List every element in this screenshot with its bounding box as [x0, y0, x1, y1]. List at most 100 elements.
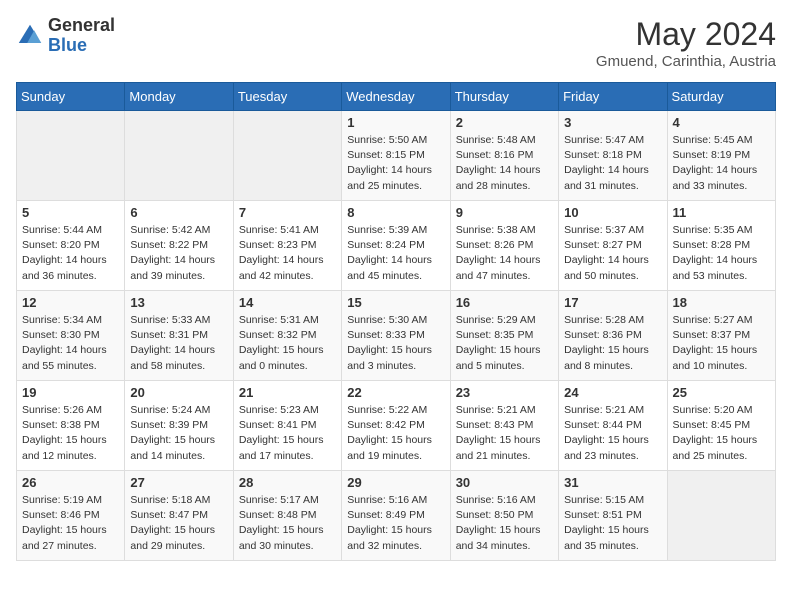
day-number: 16 [456, 295, 553, 310]
day-number: 8 [347, 205, 444, 220]
day-number: 26 [22, 475, 119, 490]
calendar-cell: 14Sunrise: 5:31 AMSunset: 8:32 PMDayligh… [233, 291, 341, 381]
month-year-title: May 2024 [596, 16, 776, 53]
day-info: Sunrise: 5:37 AMSunset: 8:27 PMDaylight:… [564, 223, 661, 284]
calendar-cell: 16Sunrise: 5:29 AMSunset: 8:35 PMDayligh… [450, 291, 558, 381]
day-info: Sunrise: 5:27 AMSunset: 8:37 PMDaylight:… [673, 313, 770, 374]
day-number: 12 [22, 295, 119, 310]
day-number: 29 [347, 475, 444, 490]
day-number: 15 [347, 295, 444, 310]
calendar-cell: 21 Sunrise: 5:23 AMSunset: 8:41 PMDayligh… [233, 381, 341, 471]
calendar-week-row: 26 Sunrise: 5:19 AMSunset: 8:46 PMDayligh… [17, 471, 776, 561]
calendar-cell: 17 Sunrise: 5:28 AMSunset: 8:36 PMDayligh… [559, 291, 667, 381]
calendar-cell [667, 471, 775, 561]
calendar-cell: 6 Sunrise: 5:42 AMSunset: 8:22 PMDaylight… [125, 201, 233, 291]
day-info: Sunrise: 5:23 AMSunset: 8:41 PMDaylight:… [239, 403, 336, 464]
day-info: Sunrise: 5:22 AMSunset: 8:42 PMDaylight:… [347, 403, 444, 464]
day-number: 5 [22, 205, 119, 220]
day-info: Sunrise: 5:30 AMSunset: 8:33 PMDaylight:… [347, 313, 444, 374]
day-info: Sunrise: 5:21 AMSunset: 8:44 PMDaylight:… [564, 403, 661, 464]
calendar-cell: 12 Sunrise: 5:34 AMSunset: 8:30 PMDayligh… [17, 291, 125, 381]
weekday-header: Sunday [17, 83, 125, 111]
weekday-header: Monday [125, 83, 233, 111]
day-number: 24 [564, 385, 661, 400]
logo-general: General [48, 15, 115, 35]
weekday-header: Tuesday [233, 83, 341, 111]
calendar-cell: 10 Sunrise: 5:37 AMSunset: 8:27 PMDayligh… [559, 201, 667, 291]
day-info: Sunrise: 5:39 AMSunset: 8:24 PMDaylight:… [347, 223, 444, 284]
logo-text: General Blue [48, 16, 115, 56]
calendar-week-row: 12 Sunrise: 5:34 AMSunset: 8:30 PMDayligh… [17, 291, 776, 381]
weekday-header: Thursday [450, 83, 558, 111]
logo-blue: Blue [48, 35, 87, 55]
calendar-cell: 29 Sunrise: 5:16 AMSunset: 8:49 PMDayligh… [342, 471, 450, 561]
calendar-cell: 23 Sunrise: 5:21 AMSunset: 8:43 PMDayligh… [450, 381, 558, 471]
day-info: Sunrise: 5:16 AMSunset: 8:49 PMDaylight:… [347, 493, 444, 554]
day-info: Sunrise: 5:35 AMSunset: 8:28 PMDaylight:… [673, 223, 770, 284]
day-info: Sunrise: 5:17 AMSunset: 8:48 PMDaylight:… [239, 493, 336, 554]
day-number: 6 [130, 205, 227, 220]
day-info: Sunrise: 5:34 AMSunset: 8:30 PMDaylight:… [22, 313, 119, 374]
calendar-cell: 5 Sunrise: 5:44 AMSunset: 8:20 PMDaylight… [17, 201, 125, 291]
day-number: 2 [456, 115, 553, 130]
calendar-cell: 3 Sunrise: 5:47 AMSunset: 8:18 PMDaylight… [559, 111, 667, 201]
day-info: Sunrise: 5:24 AMSunset: 8:39 PMDaylight:… [130, 403, 227, 464]
day-number: 23 [456, 385, 553, 400]
calendar-cell: 24 Sunrise: 5:21 AMSunset: 8:44 PMDayligh… [559, 381, 667, 471]
calendar-table: SundayMondayTuesdayWednesdayThursdayFrid… [16, 82, 776, 561]
day-number: 28 [239, 475, 336, 490]
calendar-cell [233, 111, 341, 201]
day-number: 4 [673, 115, 770, 130]
calendar-cell [125, 111, 233, 201]
weekday-header: Friday [559, 83, 667, 111]
day-info: Sunrise: 5:21 AMSunset: 8:43 PMDaylight:… [456, 403, 553, 464]
page-header: General Blue May 2024 Gmuend, Carinthia,… [16, 16, 776, 70]
day-number: 18 [673, 295, 770, 310]
weekday-header-row: SundayMondayTuesdayWednesdayThursdayFrid… [17, 83, 776, 111]
calendar-cell: 7Sunrise: 5:41 AMSunset: 8:23 PMDaylight… [233, 201, 341, 291]
calendar-cell: 4 Sunrise: 5:45 AMSunset: 8:19 PMDaylight… [667, 111, 775, 201]
day-info: Sunrise: 5:19 AMSunset: 8:46 PMDaylight:… [22, 493, 119, 554]
day-info: Sunrise: 5:28 AMSunset: 8:36 PMDaylight:… [564, 313, 661, 374]
calendar-cell: 8 Sunrise: 5:39 AMSunset: 8:24 PMDaylight… [342, 201, 450, 291]
day-number: 21 [239, 385, 336, 400]
logo: General Blue [16, 16, 115, 56]
day-number: 10 [564, 205, 661, 220]
day-number: 3 [564, 115, 661, 130]
day-info: Sunrise: 5:42 AMSunset: 8:22 PMDaylight:… [130, 223, 227, 284]
calendar-cell: 2 Sunrise: 5:48 AMSunset: 8:16 PMDaylight… [450, 111, 558, 201]
calendar-cell: 28 Sunrise: 5:17 AMSunset: 8:48 PMDayligh… [233, 471, 341, 561]
logo-icon [16, 22, 44, 50]
calendar-cell: 30Sunrise: 5:16 AMSunset: 8:50 PMDayligh… [450, 471, 558, 561]
day-info: Sunrise: 5:15 AMSunset: 8:51 PMDaylight:… [564, 493, 661, 554]
day-number: 17 [564, 295, 661, 310]
calendar-cell: 27Sunrise: 5:18 AMSunset: 8:47 PMDayligh… [125, 471, 233, 561]
calendar-cell: 15 Sunrise: 5:30 AMSunset: 8:33 PMDayligh… [342, 291, 450, 381]
day-info: Sunrise: 5:41 AMSunset: 8:23 PMDaylight:… [239, 223, 336, 284]
calendar-cell: 11 Sunrise: 5:35 AMSunset: 8:28 PMDayligh… [667, 201, 775, 291]
calendar-cell: 19Sunrise: 5:26 AMSunset: 8:38 PMDayligh… [17, 381, 125, 471]
day-info: Sunrise: 5:45 AMSunset: 8:19 PMDaylight:… [673, 133, 770, 194]
day-number: 1 [347, 115, 444, 130]
day-info: Sunrise: 5:48 AMSunset: 8:16 PMDaylight:… [456, 133, 553, 194]
day-number: 11 [673, 205, 770, 220]
day-info: Sunrise: 5:33 AMSunset: 8:31 PMDaylight:… [130, 313, 227, 374]
day-info: Sunrise: 5:20 AMSunset: 8:45 PMDaylight:… [673, 403, 770, 464]
day-number: 9 [456, 205, 553, 220]
day-number: 14 [239, 295, 336, 310]
calendar-cell: 26 Sunrise: 5:19 AMSunset: 8:46 PMDayligh… [17, 471, 125, 561]
calendar-cell: 1 Sunrise: 5:50 AMSunset: 8:15 PMDaylight… [342, 111, 450, 201]
calendar-week-row: 5 Sunrise: 5:44 AMSunset: 8:20 PMDaylight… [17, 201, 776, 291]
location-subtitle: Gmuend, Carinthia, Austria [596, 53, 776, 70]
calendar-cell: 20 Sunrise: 5:24 AMSunset: 8:39 PMDayligh… [125, 381, 233, 471]
calendar-cell [17, 111, 125, 201]
title-block: May 2024 Gmuend, Carinthia, Austria [596, 16, 776, 70]
day-info: Sunrise: 5:44 AMSunset: 8:20 PMDaylight:… [22, 223, 119, 284]
calendar-cell: 18 Sunrise: 5:27 AMSunset: 8:37 PMDayligh… [667, 291, 775, 381]
day-number: 20 [130, 385, 227, 400]
day-info: Sunrise: 5:47 AMSunset: 8:18 PMDaylight:… [564, 133, 661, 194]
day-number: 19 [22, 385, 119, 400]
day-number: 30 [456, 475, 553, 490]
weekday-header: Wednesday [342, 83, 450, 111]
day-info: Sunrise: 5:50 AMSunset: 8:15 PMDaylight:… [347, 133, 444, 194]
